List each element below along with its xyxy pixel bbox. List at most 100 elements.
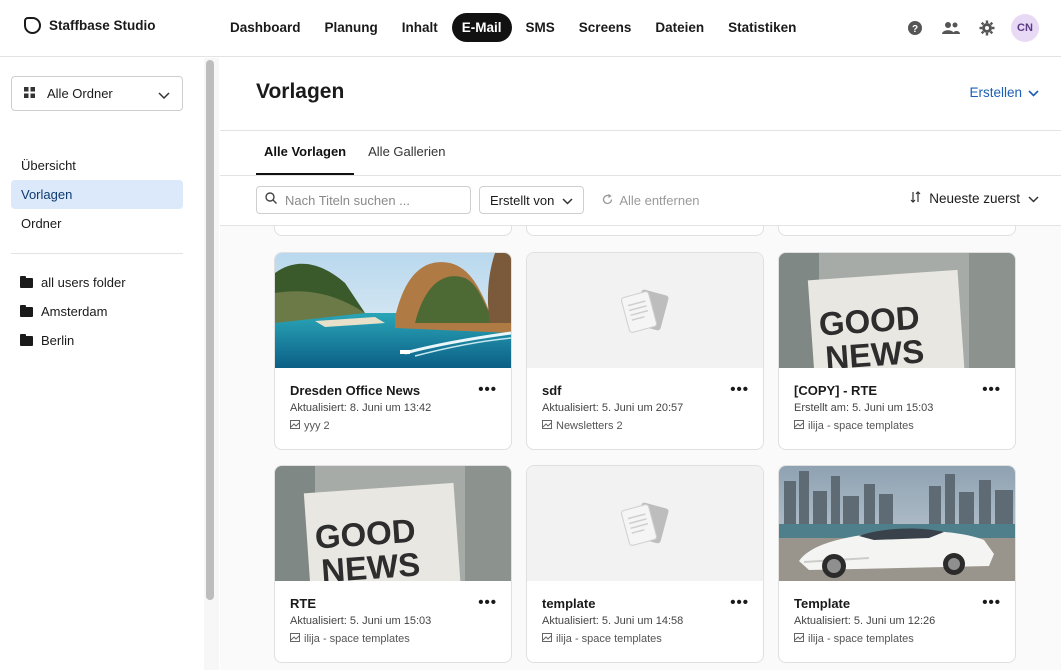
side-nav: Übersicht Vorlagen Ordner [11,151,183,238]
template-card[interactable]: sdf Aktualisiert: 5. Juni um 20:57 Newsl… [526,252,764,450]
folder-select[interactable]: Alle Ordner [11,76,183,111]
gallery-icon [290,633,300,645]
card-title: sdf [542,383,562,398]
card-title: Template [794,596,851,611]
template-thumbnail-placeholder [527,466,763,581]
nav-item-sms[interactable]: SMS [516,13,565,42]
card-folder: ilija - space templates [542,633,662,645]
chevron-down-icon [562,193,573,208]
more-options-icon[interactable]: ••• [730,381,749,398]
previous-card-edge [274,226,512,236]
document-placeholder-icon [620,502,669,546]
top-icons: ? CN [903,14,1039,42]
chevron-down-icon [1028,191,1039,206]
users-icon[interactable] [939,14,963,42]
folder-select-value: Alle Ordner [47,86,113,101]
card-folder-label: ilija - space templates [304,633,410,645]
more-options-icon[interactable]: ••• [730,594,749,611]
nav-item-statistiken[interactable]: Statistiken [718,13,806,42]
template-card[interactable]: Template Aktualisiert: 5. Juni um 12:26 … [778,465,1016,663]
template-card[interactable]: Dresden Office News Aktualisiert: 8. Jun… [274,252,512,450]
template-thumbnail [779,466,1015,581]
clear-all-button[interactable]: Alle entfernen [602,192,700,208]
tab-alle-gallerien[interactable]: Alle Gallerien [360,131,453,175]
gallery-icon [290,420,300,432]
card-folder-label: ilija - space templates [808,420,914,432]
sidebar-item-uebersicht[interactable]: Übersicht [11,151,183,180]
nav-item-dashboard[interactable]: Dashboard [220,13,311,42]
filter-bar: Erstellt von Alle entfernen [256,186,700,214]
card-folder: yyy 2 [290,420,330,432]
svg-text:NEWS: NEWS [824,332,925,368]
folder-item[interactable]: all users folder [20,268,126,297]
sidebar: Alle Ordner Übersicht Vorlagen Ordner al… [0,58,219,670]
template-card[interactable]: GOOD NEWS [COPY] - RTE Erstellt am: 5. J… [778,252,1016,450]
main-nav: Dashboard Planung Inhalt E-Mail SMS Scre… [220,13,810,42]
folder-label: all users folder [41,275,126,290]
nav-item-dateien[interactable]: Dateien [645,13,714,42]
sort-select[interactable]: Neueste zuerst [910,191,1039,206]
template-card[interactable]: GOOD NEWS RTE Aktualisiert: 5. Juni um 1… [274,465,512,663]
card-folder-label: ilija - space templates [808,633,914,645]
more-options-icon[interactable]: ••• [982,381,1001,398]
chevron-down-icon [1028,85,1039,100]
folder-label: Amsterdam [41,304,108,319]
sidebar-item-ordner[interactable]: Ordner [11,209,183,238]
nav-item-inhalt[interactable]: Inhalt [392,13,448,42]
page-title: Vorlagen [256,80,345,103]
more-options-icon[interactable]: ••• [478,381,497,398]
folder-icon [20,333,33,346]
sidebar-scrollbar[interactable] [206,60,214,600]
avatar[interactable]: CN [1011,14,1039,42]
folder-label: Berlin [41,333,75,348]
card-meta: Aktualisiert: 5. Juni um 12:26 [794,615,936,627]
main-content: Vorlagen Erstellen Alle Vorlagen Alle Ga… [220,58,1061,670]
card-folder: ilija - space templates [794,420,914,432]
folder-item[interactable]: Berlin [20,326,126,355]
search-input[interactable] [285,192,455,208]
previous-card-edge [526,226,764,236]
card-folder: ilija - space templates [290,633,410,645]
brand[interactable]: Staffbase Studio [24,17,156,34]
search-box [256,186,471,214]
card-folder: ilija - space templates [794,633,914,645]
tabs-divider [220,175,1061,176]
template-thumbnail: GOOD NEWS [275,466,511,581]
top-bar: Staffbase Studio Dashboard Planung Inhal… [0,0,1061,57]
folder-list: all users folder Amsterdam Berlin [20,268,126,355]
help-icon[interactable]: ? [903,14,927,42]
refresh-icon [602,193,613,208]
card-meta: Aktualisiert: 5. Juni um 15:03 [290,615,432,627]
gear-icon[interactable] [975,14,999,42]
template-card[interactable]: template Aktualisiert: 5. Juni um 14:58 … [526,465,764,663]
gallery-icon [542,420,552,432]
nav-item-screens[interactable]: Screens [569,13,642,42]
card-title: Dresden Office News [290,383,421,398]
sidebar-divider [11,253,183,254]
sort-label: Neueste zuerst [929,191,1020,206]
created-by-filter[interactable]: Erstellt von [479,186,585,214]
template-thumbnail: GOOD NEWS [779,253,1015,368]
search-icon [265,191,277,209]
grid-icon [24,86,35,101]
clear-all-label: Alle entfernen [619,192,700,208]
create-button[interactable]: Erstellen [969,85,1039,100]
card-folder-label: Newsletters 2 [556,420,623,432]
card-title: [COPY] - RTE [794,383,878,398]
previous-card-edge [778,226,1016,236]
nav-item-email[interactable]: E-Mail [451,13,512,42]
sidebar-item-vorlagen[interactable]: Vorlagen [11,180,183,209]
create-button-label: Erstellen [969,85,1022,100]
more-options-icon[interactable]: ••• [478,594,497,611]
more-options-icon[interactable]: ••• [982,594,1001,611]
folder-item[interactable]: Amsterdam [20,297,126,326]
tab-alle-vorlagen[interactable]: Alle Vorlagen [256,131,355,175]
folder-icon [20,304,33,317]
svg-text:NEWS: NEWS [320,545,421,581]
card-title: template [542,596,596,611]
created-by-label: Erstellt von [490,192,555,208]
nav-item-planung[interactable]: Planung [315,13,388,42]
tabs: Alle Vorlagen Alle Gallerien [256,131,459,175]
card-folder-label: yyy 2 [304,420,330,432]
chevron-down-icon [158,88,170,103]
